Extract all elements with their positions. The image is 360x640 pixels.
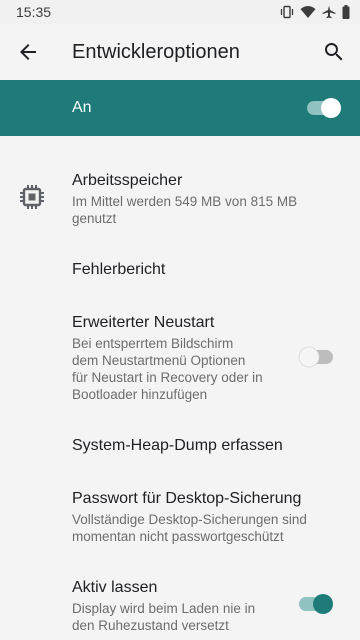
summary-line: den Ruhezustand versetzt bbox=[72, 618, 229, 633]
summary-line: Im Mittel werden 549 MB von 815 MB bbox=[72, 194, 298, 209]
summary-line: momentan nicht passwortgeschützt bbox=[72, 529, 284, 544]
summary-line: genutzt bbox=[72, 211, 117, 226]
item-summary: Display wird beim Laden nie in den Ruhez… bbox=[72, 600, 255, 634]
battery-icon bbox=[342, 5, 350, 19]
summary-line: Vollständige Desktop-Sicherungen sind bbox=[72, 512, 307, 527]
status-icons bbox=[280, 5, 350, 19]
item-title: Aktiv lassen bbox=[72, 579, 158, 596]
advanced-reboot-toggle[interactable] bbox=[298, 346, 334, 368]
master-switch-bar[interactable]: An bbox=[0, 80, 360, 136]
item-summary: Bei entsperrtem Bildschirm dem Neustartm… bbox=[72, 335, 292, 403]
list-item-bug-report[interactable]: Fehlerbericht bbox=[0, 244, 360, 296]
summary-line: Display wird beim Laden nie in bbox=[72, 601, 256, 616]
wifi-icon bbox=[300, 6, 316, 18]
summary-line: dem Neustartmenü Optionen bbox=[72, 353, 246, 368]
master-toggle-switch[interactable] bbox=[306, 97, 342, 119]
vibrate-icon bbox=[280, 5, 294, 19]
page-title: Entwickleroptionen bbox=[72, 41, 240, 63]
item-title: Erweiterter Neustart bbox=[72, 314, 215, 331]
item-title: Arbeitsspeicher bbox=[72, 172, 183, 189]
item-title: System-Heap-Dump erfassen bbox=[72, 437, 283, 454]
list-item-desktop-backup-password[interactable]: Passwort für Desktop-Sicherung Vollständ… bbox=[0, 476, 360, 568]
status-bar: 15:35 bbox=[0, 0, 360, 24]
stay-awake-toggle[interactable] bbox=[298, 593, 334, 615]
list-item-memory[interactable]: Arbeitsspeicher Im Mittel werden 549 MB … bbox=[0, 160, 360, 234]
summary-line: für Neustart in Recovery oder in bbox=[72, 370, 263, 385]
search-icon[interactable] bbox=[322, 40, 346, 64]
list-item-advanced-reboot[interactable]: Erweiterter Neustart Bei entsperrtem Bil… bbox=[0, 300, 360, 408]
app-bar: Entwickleroptionen bbox=[0, 24, 360, 80]
airplane-icon bbox=[322, 5, 336, 19]
summary-line: Bei entsperrtem Bildschirm bbox=[72, 336, 234, 351]
summary-line: Bootloader hinzufügen bbox=[72, 387, 208, 402]
list-item-stay-awake[interactable]: Aktiv lassen Display wird beim Laden nie… bbox=[0, 566, 360, 640]
item-title: Passwort für Desktop-Sicherung bbox=[72, 490, 302, 507]
memory-chip-icon bbox=[20, 185, 44, 209]
arrow-back-icon[interactable] bbox=[16, 40, 40, 64]
item-summary: Im Mittel werden 549 MB von 815 MB genut… bbox=[72, 193, 297, 227]
item-summary: Vollständige Desktop-Sicherungen sind mo… bbox=[72, 511, 307, 545]
master-switch-label: An bbox=[72, 99, 92, 116]
list-item-heap-dump[interactable]: System-Heap-Dump erfassen bbox=[0, 420, 360, 472]
status-time: 15:35 bbox=[16, 4, 52, 20]
item-title: Fehlerbericht bbox=[72, 261, 166, 278]
